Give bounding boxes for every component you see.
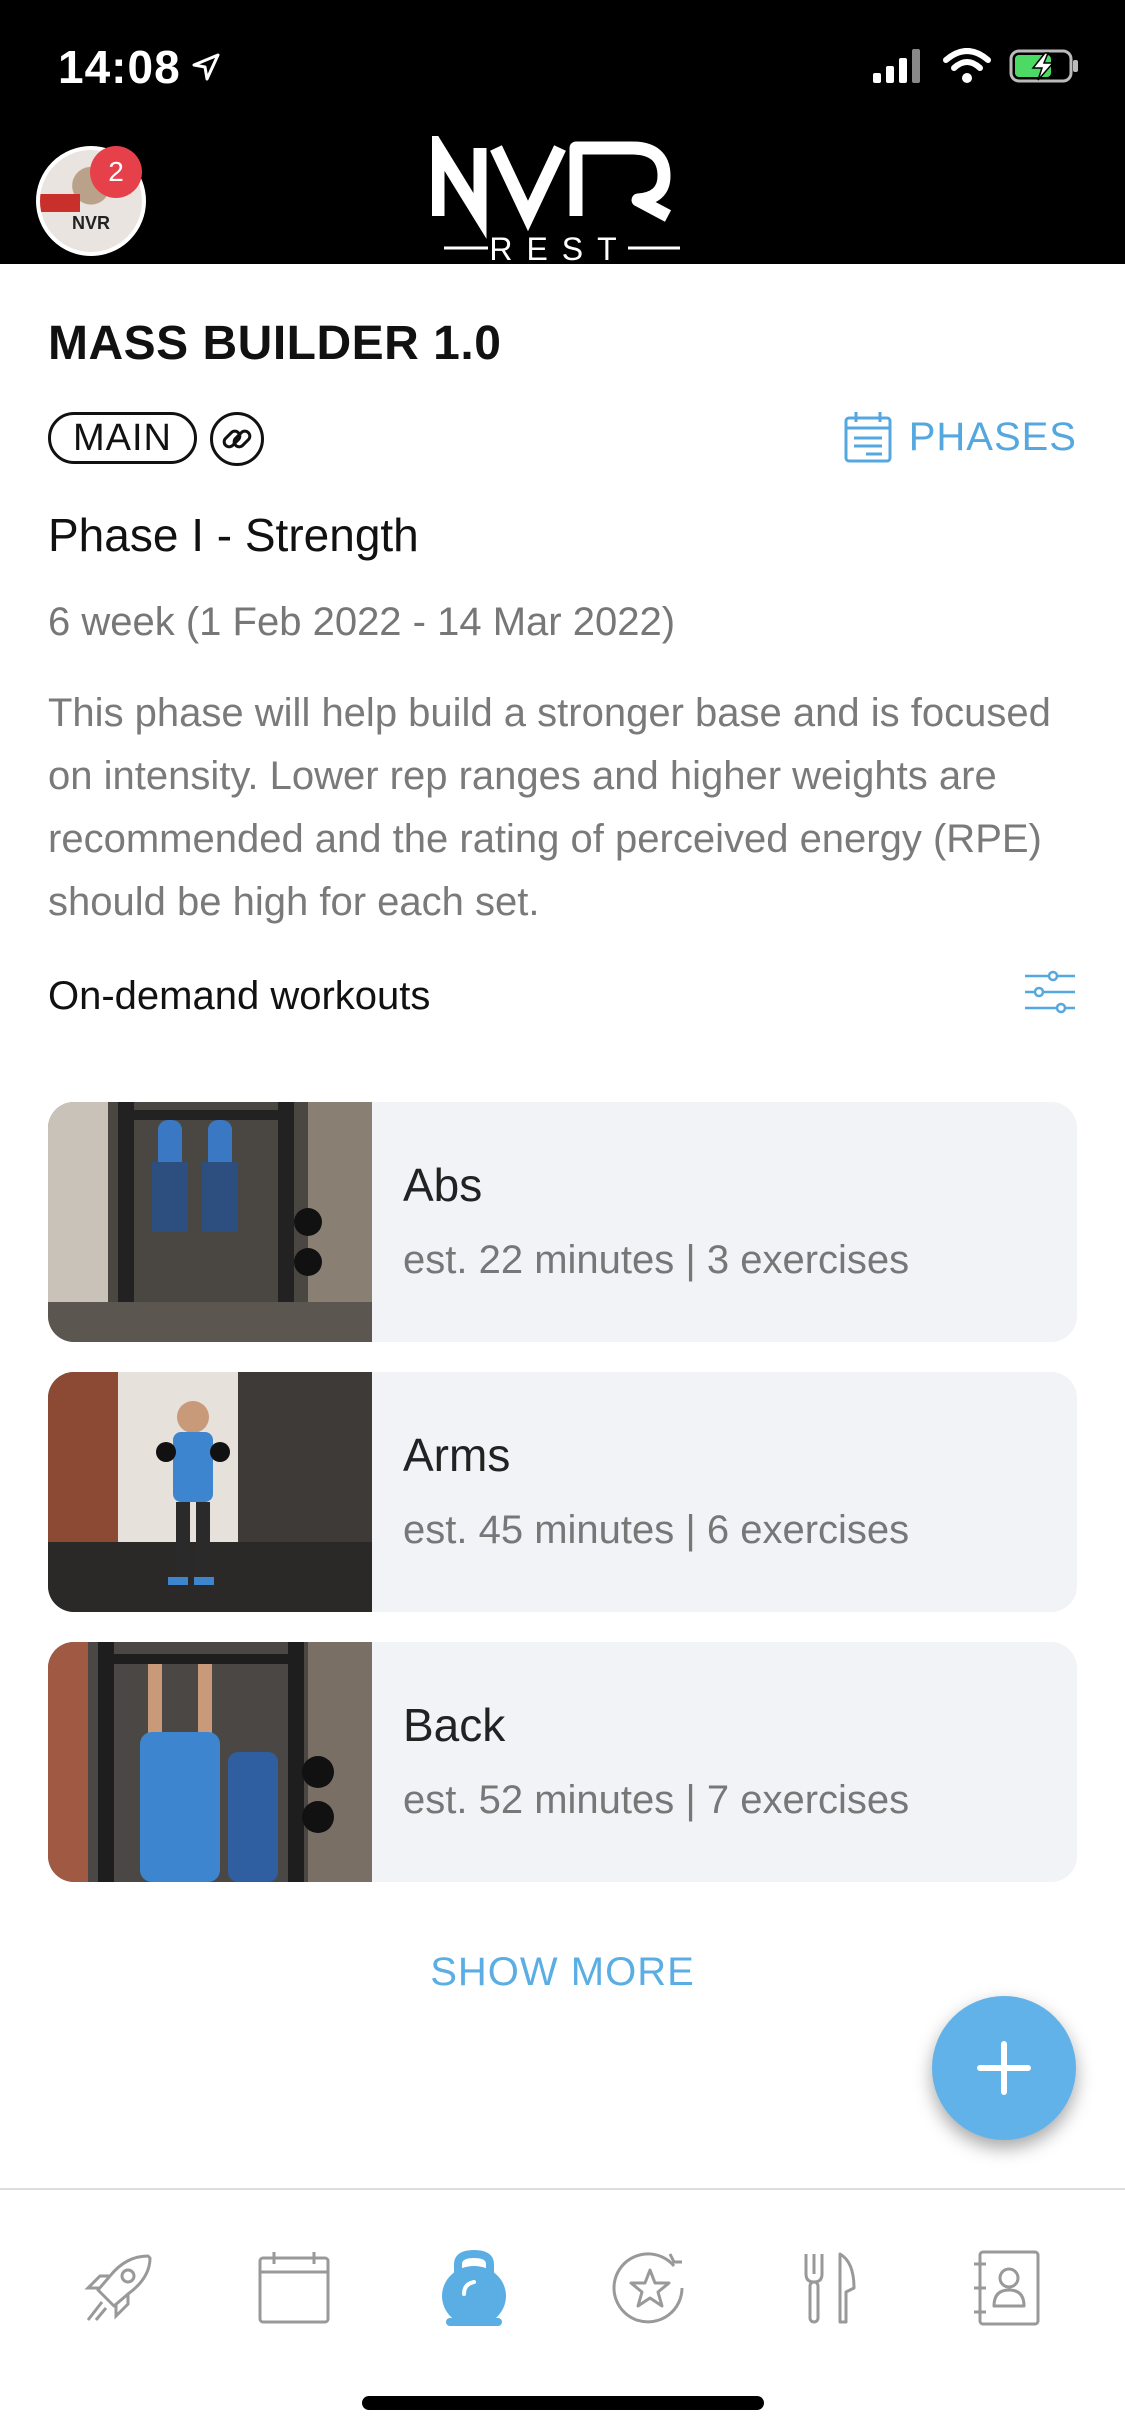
notification-badge: 2 xyxy=(90,146,142,198)
phase-title: Phase I - Strength xyxy=(48,509,419,561)
tab-achievements[interactable] xyxy=(600,2238,700,2338)
phases-label: PHASES xyxy=(908,414,1077,459)
avatar-brand-text: NVR xyxy=(71,213,110,233)
calendar-icon xyxy=(258,2252,330,2324)
battery-charging-icon xyxy=(1009,49,1078,83)
tab-calendar[interactable] xyxy=(244,2238,344,2338)
nvr-rest-logo: REST xyxy=(432,136,680,264)
tab-rocket[interactable] xyxy=(68,2238,168,2338)
program-title: MASS BUILDER 1.0 xyxy=(48,317,502,370)
workout-thumbnail-back xyxy=(48,1642,372,1882)
workout-name-back: Back xyxy=(403,1699,506,1751)
link-button[interactable] xyxy=(210,412,264,466)
status-time: 14:08 xyxy=(58,40,221,94)
add-button[interactable] xyxy=(932,1996,1076,2140)
workout-meta-abs: est. 22 minutes | 3 exercises xyxy=(403,1238,910,1282)
status-indicators xyxy=(873,48,1081,84)
calendar-list-icon xyxy=(844,412,892,463)
section-title: On-demand workouts xyxy=(48,974,431,1018)
contact-book-icon xyxy=(974,2250,1040,2326)
location-arrow-icon xyxy=(192,53,220,81)
status-time-text: 14:08 xyxy=(58,41,181,93)
cellular-signal-icon xyxy=(873,49,920,83)
plus-icon xyxy=(977,2041,1031,2095)
phase-dates: 6 week (1 Feb 2022 - 14 Mar 2022) xyxy=(48,600,676,644)
rocket-icon xyxy=(84,2254,152,2321)
workout-meta-back: est. 52 minutes | 7 exercises xyxy=(403,1778,910,1822)
workout-card-abs[interactable]: Abs est. 22 minutes | 3 exercises xyxy=(48,1102,1077,1342)
phases-button[interactable]: PHASES xyxy=(843,410,1077,464)
tab-contacts[interactable] xyxy=(956,2238,1056,2338)
home-indicator[interactable] xyxy=(362,2396,764,2410)
logo-subtitle: REST xyxy=(489,231,630,264)
star-badge-icon xyxy=(612,2252,684,2324)
workout-name-arms: Arms xyxy=(403,1429,511,1481)
workout-thumbnail-arms xyxy=(48,1372,372,1612)
tab-workouts[interactable] xyxy=(424,2238,524,2338)
workout-card-arms[interactable]: Arms est. 45 minutes | 6 exercises xyxy=(48,1372,1077,1612)
app-header: 14:08 NVR 2 REST xyxy=(0,0,1125,264)
wifi-icon xyxy=(943,48,991,83)
avatar-decoration xyxy=(40,194,80,212)
kettlebell-icon xyxy=(442,2249,506,2326)
tab-nutrition[interactable] xyxy=(780,2238,880,2338)
workout-thumbnail-abs xyxy=(48,1102,372,1342)
show-more-button[interactable]: SHOW MORE xyxy=(0,1950,1125,1995)
workout-meta-arms: est. 45 minutes | 6 exercises xyxy=(403,1508,910,1552)
fork-knife-icon xyxy=(804,2252,856,2324)
phase-description: This phase will help build a stronger ba… xyxy=(48,691,1051,924)
program-tag: MAIN xyxy=(48,412,197,464)
filter-sliders-icon[interactable] xyxy=(1023,970,1077,1014)
workout-name-abs: Abs xyxy=(403,1159,483,1211)
link-icon xyxy=(222,429,252,449)
workout-card-back[interactable]: Back est. 52 minutes | 7 exercises xyxy=(48,1642,1077,1882)
